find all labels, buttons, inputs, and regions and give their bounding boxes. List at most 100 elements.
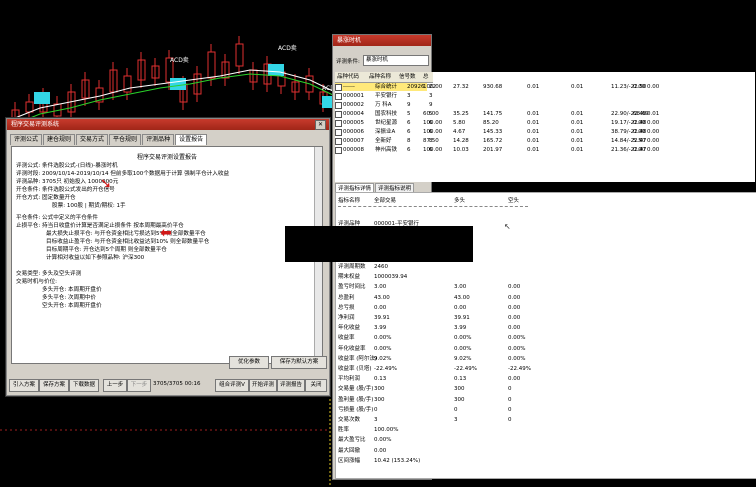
table-cell[interactable]: 000004 — [343, 110, 364, 118]
table-cell[interactable]: 0.01 — [571, 110, 583, 118]
table-cell[interactable]: 9 — [429, 101, 433, 109]
table-cell[interactable]: 平安银行 — [375, 92, 397, 100]
prev-button[interactable]: 上一步 — [103, 379, 127, 392]
table-cell[interactable]: 0.01 — [571, 137, 583, 145]
table-cell[interactable]: 100.00 — [423, 146, 442, 154]
table-cell[interactable]: 0.00 — [647, 119, 659, 127]
table-cell[interactable]: 0.01 — [527, 137, 539, 145]
table-cell[interactable]: 20926 — [407, 83, 425, 91]
table-cell[interactable]: 5 — [407, 110, 411, 118]
optimize-button[interactable]: 优化参数 — [229, 356, 269, 369]
table-cell[interactable]: 全新好 — [375, 137, 392, 145]
table-cell[interactable]: 100.00 — [423, 119, 442, 127]
tab-trade-mode[interactable]: 交易方式 — [76, 134, 109, 145]
tab-settings-report[interactable]: 设置报告 — [175, 134, 208, 145]
table-cell[interactable]: 0.00 — [647, 146, 659, 154]
tab-formula[interactable]: 评测公式 — [10, 134, 43, 145]
table-cell[interactable]: 145.33 — [483, 128, 502, 136]
table-cell[interactable]: 0.01 — [571, 119, 583, 127]
table-cell[interactable]: 0.01 — [527, 146, 539, 154]
header-cell[interactable]: 总 — [423, 73, 429, 81]
table-cell[interactable]: 0.00 — [633, 128, 645, 136]
table-cell[interactable]: 000006 — [343, 128, 364, 136]
table-cell[interactable]: 14.28 — [453, 137, 469, 145]
table-cell[interactable]: 87.50 — [423, 137, 439, 145]
save-default-button[interactable]: 保存为默认方案 — [271, 356, 327, 369]
table-cell[interactable]: 8 — [407, 137, 411, 145]
table-cell[interactable]: 0.00 — [633, 146, 645, 154]
table-cell[interactable]: 000001 — [343, 92, 364, 100]
table-cell[interactable]: 10.03 — [453, 146, 469, 154]
table-cell[interactable]: 0.00 — [633, 119, 645, 127]
table-cell[interactable]: 0.01 — [571, 83, 583, 91]
row-checkbox[interactable] — [335, 111, 342, 118]
table-cell[interactable]: 0.01 — [571, 146, 583, 154]
table-cell[interactable]: 5.80 — [453, 119, 465, 127]
table-cell[interactable]: 3 — [429, 92, 433, 100]
row-checkbox[interactable] — [335, 120, 342, 127]
table-cell[interactable]: 0.00 — [647, 137, 659, 145]
table-cell[interactable]: 5.50 — [633, 137, 645, 145]
combined-eval-button[interactable]: 组合评测V — [215, 379, 249, 392]
tab-close-rules[interactable]: 平仓规则 — [109, 134, 142, 145]
table-cell[interactable]: 3 — [407, 92, 411, 100]
row-checkbox[interactable] — [335, 147, 342, 154]
table-cell[interactable]: 000005 — [343, 119, 364, 127]
tab-eval-symbols[interactable]: 评测品种 — [142, 134, 175, 145]
table-cell[interactable]: 世纪星源 — [375, 119, 397, 127]
row-checkbox[interactable] — [335, 93, 342, 100]
table-cell[interactable]: 6 — [407, 119, 411, 127]
table-cell[interactable]: 0.01 — [571, 128, 583, 136]
table-cell[interactable]: 0.00 — [647, 83, 659, 91]
table-cell[interactable]: 9 — [407, 101, 411, 109]
table-cell[interactable]: 100.00 — [423, 128, 442, 136]
table-cell[interactable]: 165.72 — [483, 137, 502, 145]
table-cell[interactable]: 0.00 — [633, 83, 645, 91]
row-checkbox[interactable] — [335, 138, 342, 145]
metric-name: 交易量 (股/手) — [338, 386, 374, 393]
table-cell[interactable]: 000008 — [343, 146, 364, 154]
table-cell[interactable]: 27.32 — [453, 83, 469, 91]
table-cell[interactable]: 0.01 — [647, 110, 659, 118]
next-button[interactable]: 下一步 — [127, 379, 151, 392]
table-cell[interactable]: 国农科技 — [375, 110, 397, 118]
row-checkbox[interactable] — [335, 129, 342, 136]
table-cell[interactable]: 6 — [407, 146, 411, 154]
header-cell[interactable]: 品种名称 — [369, 73, 391, 81]
report-textarea[interactable]: 程序交易评测设置报告 评测公式: 条件选股公式-(日线)-暴涨时机 评测时段: … — [11, 146, 323, 364]
table-cell[interactable]: 201.97 — [483, 146, 502, 154]
close-icon[interactable]: ✕ — [315, 120, 326, 130]
tab-open-rules[interactable]: 建仓规则 — [43, 134, 76, 145]
save-plan-button[interactable]: 保存方案 — [39, 379, 69, 392]
header-cell[interactable]: 品种代码 — [337, 73, 359, 81]
import-plan-button[interactable]: 引入方案 — [9, 379, 39, 392]
table-cell[interactable]: 0.01 — [527, 119, 539, 127]
table-cell[interactable]: 神州高铁 — [375, 146, 397, 154]
table-cell[interactable]: 万 科A — [375, 101, 392, 109]
table-cell[interactable]: 85.20 — [483, 119, 499, 127]
table-cell[interactable]: 4.67 — [453, 128, 465, 136]
table-cell[interactable]: ------ — [343, 83, 355, 91]
table-cell[interactable]: 0.00 — [647, 128, 659, 136]
table-cell[interactable]: 000007 — [343, 137, 364, 145]
eval-report-button[interactable]: 评测报告 — [277, 379, 305, 392]
header-cell[interactable]: 信号数 — [399, 73, 416, 81]
table-cell[interactable]: 0.01 — [527, 128, 539, 136]
table-cell[interactable]: 0.01 — [527, 110, 539, 118]
condition-select[interactable]: 暴涨时机 — [363, 55, 429, 66]
table-cell[interactable]: 综合统计 — [375, 83, 397, 91]
start-eval-button[interactable]: 开始评测 — [249, 379, 277, 392]
table-cell[interactable]: 930.68 — [483, 83, 502, 91]
table-cell[interactable]: 深振业A — [375, 128, 395, 136]
download-data-button[interactable]: 下载数据 — [69, 379, 99, 392]
table-cell[interactable]: 0.01 — [527, 83, 539, 91]
table-cell[interactable]: 35.25 — [453, 110, 469, 118]
row-checkbox[interactable] — [335, 84, 342, 91]
table-cell[interactable]: 6 — [407, 128, 411, 136]
close-button[interactable]: 关闭 — [305, 379, 327, 392]
table-cell[interactable]: 141.75 — [483, 110, 502, 118]
table-cell[interactable]: 000002 — [343, 101, 364, 109]
row-checkbox[interactable] — [335, 102, 342, 109]
table-cell[interactable]: 60.00 — [423, 110, 439, 118]
table-cell[interactable]: 100.00 — [423, 83, 442, 91]
